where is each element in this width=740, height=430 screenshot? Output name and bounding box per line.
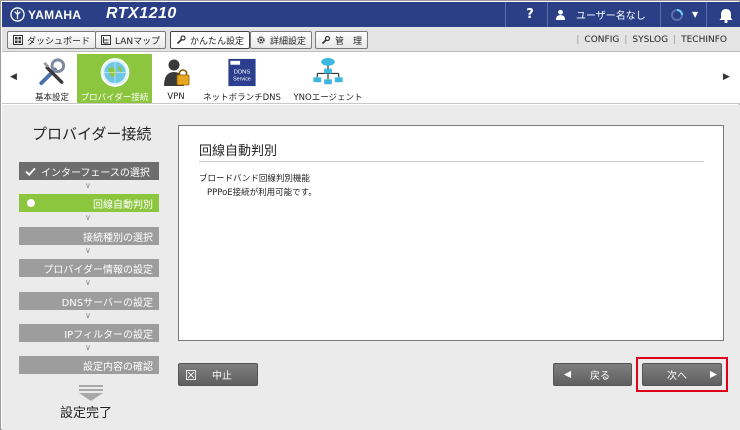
config-link[interactable]: CONFIG: [579, 35, 624, 45]
globe-icon: [100, 58, 129, 87]
wizard-step-connection-type: 接続種別の選択: [19, 227, 159, 245]
ribbon-right-arrow-icon[interactable]: ▶: [723, 72, 730, 82]
down-arrow-icon: [79, 385, 103, 401]
ribbon-label: VPN: [167, 92, 185, 102]
step-label: 回線自動判別: [93, 199, 153, 211]
step-label: DNSサーバーの設定: [61, 297, 153, 309]
arrow-right-icon: [709, 370, 718, 379]
content-panel: 回線自動判別 ブロードバンド回線判別機能 PPPoE接続が利用可能です。: [178, 125, 724, 341]
arrow-left-icon: [563, 370, 572, 379]
vpn-person-icon: [164, 59, 190, 86]
brand-name: YAMAHA: [28, 7, 82, 22]
bell-icon[interactable]: [712, 5, 740, 25]
gear-icon: [257, 36, 265, 44]
header-divider: [547, 2, 548, 27]
user-icon: [555, 9, 566, 20]
ribbon-item-basic-settings[interactable]: 基本設定: [29, 54, 75, 103]
tab-lan-map[interactable]: LANマップ: [95, 31, 167, 49]
yamaha-logo: YAMAHA: [10, 5, 81, 24]
panel-title: 回線自動判別: [199, 144, 278, 159]
wizard-complete-label: 設定完了: [60, 406, 113, 421]
lan-map-icon: [101, 35, 111, 45]
wizard-step-dns-server: DNSサーバーの設定: [19, 292, 159, 310]
dashboard-icon: [13, 35, 23, 45]
status-spinner-icon: [671, 9, 683, 21]
wizard-step-provider-info: プロバイダー情報の設定: [19, 259, 159, 277]
tab-label: ダッシュボード: [27, 36, 91, 47]
tab-label: かんたん設定: [190, 36, 245, 47]
tab-management[interactable]: 管 理: [315, 31, 369, 49]
checkmark-icon: [25, 167, 36, 176]
wizard-title: プロバイダー接続: [32, 125, 152, 143]
techinfo-link[interactable]: TECHINFO: [676, 35, 732, 45]
chevron-down-icon: ∨: [85, 311, 91, 320]
model-name: RTX1210: [106, 5, 177, 22]
close-icon: [186, 369, 196, 380]
ribbon-item-yno-agent[interactable]: YNOエージェント: [288, 54, 368, 103]
tab-advanced-settings[interactable]: 詳細設定: [250, 31, 313, 49]
syslog-link[interactable]: SYSLOG: [627, 35, 673, 45]
tools-icon: [321, 35, 331, 45]
divider: [199, 161, 704, 162]
wizard-step-ip-filter: IPフィルターの設定: [19, 324, 159, 342]
chevron-down-icon: ∨: [85, 181, 91, 190]
ribbon-label: 基本設定: [34, 93, 69, 103]
tools-icon: [39, 58, 66, 86]
network-topology-icon: [313, 57, 343, 85]
ribbon-left-arrow-icon[interactable]: ◀: [10, 72, 17, 82]
user-name: ユーザー名なし: [576, 11, 646, 22]
ribbon-label: ネットボランチDNS: [203, 93, 281, 103]
button-label: 戻る: [590, 371, 610, 382]
header-divider: [706, 2, 707, 27]
next-button[interactable]: 次へ: [642, 363, 722, 386]
main-tab-bar: ダッシュボード LANマップ かんたん設定 詳細設定 管 理 | CONFIG …: [2, 27, 740, 52]
wrench-icon: [176, 35, 186, 45]
top-header: YAMAHA RTX1210 ? ユーザー名なし ▼: [2, 2, 740, 27]
tab-label: 詳細設定: [270, 36, 307, 47]
help-button[interactable]: ?: [515, 2, 545, 27]
tab-label: 管 理: [335, 36, 363, 47]
wizard-area: プロバイダー接続 インターフェースの選択 ∨ 回線自動判別 ∨ 接続種別の選択 …: [2, 105, 740, 430]
svg-text:Service: Service: [233, 76, 251, 82]
top-links: | CONFIG | SYSLOG | TECHINFO: [576, 27, 732, 52]
current-step-dot-icon: [27, 199, 35, 207]
ribbon-item-vpn[interactable]: VPN: [158, 54, 194, 103]
chevron-down-icon: ∨: [85, 343, 91, 352]
feature-ribbon: ◀ 基本設定 プロバイダー接続 VPN DDNS Service ネットボランチ…: [2, 52, 740, 104]
ribbon-item-provider-connection[interactable]: プロバイダー接続: [77, 54, 152, 103]
button-label: 中止: [212, 371, 232, 382]
tab-label: LANマップ: [115, 36, 161, 47]
detect-result-text: PPPoE接続が利用可能です。: [207, 188, 317, 198]
wizard-step-interface: インターフェースの選択: [19, 162, 159, 180]
chevron-down-icon: ∨: [85, 213, 91, 222]
step-label: IPフィルターの設定: [64, 329, 153, 341]
step-label: 接続種別の選択: [83, 232, 153, 244]
ribbon-item-netvolante-dns[interactable]: DDNS Service ネットボランチDNS: [201, 54, 283, 103]
chevron-down-icon: ∨: [85, 278, 91, 287]
header-divider: [660, 2, 661, 27]
ribbon-label: YNOエージェント: [293, 93, 363, 103]
tab-dashboard[interactable]: ダッシュボード: [7, 31, 97, 49]
tab-easy-setup[interactable]: かんたん設定: [170, 31, 251, 49]
user-menu[interactable]: ユーザー名なし: [555, 2, 646, 27]
tuning-fork-logo-icon: [10, 7, 25, 22]
step-label: 設定内容の確認: [83, 361, 153, 373]
ribbon-label: プロバイダー接続: [80, 93, 149, 103]
button-label: 次へ: [667, 371, 687, 382]
ddns-service-icon: DDNS Service: [228, 58, 256, 87]
app-window: YAMAHA RTX1210 ? ユーザー名なし ▼ ダッシュボード LANマッ…: [0, 0, 740, 430]
wizard-step-confirm: 設定内容の確認: [19, 356, 159, 374]
svg-text:DDNS: DDNS: [234, 69, 251, 75]
wizard-step-line-detect: 回線自動判別: [19, 194, 159, 212]
cancel-button[interactable]: 中止: [178, 363, 258, 386]
detect-function-label: ブロードバンド回線判別機能: [199, 174, 310, 184]
header-divider: [505, 2, 506, 27]
step-label: プロバイダー情報の設定: [43, 264, 153, 276]
chevron-down-icon[interactable]: ▼: [692, 10, 698, 19]
step-label: インターフェースの選択: [41, 167, 150, 179]
back-button[interactable]: 戻る: [553, 363, 632, 386]
chevron-down-icon: ∨: [85, 246, 91, 255]
